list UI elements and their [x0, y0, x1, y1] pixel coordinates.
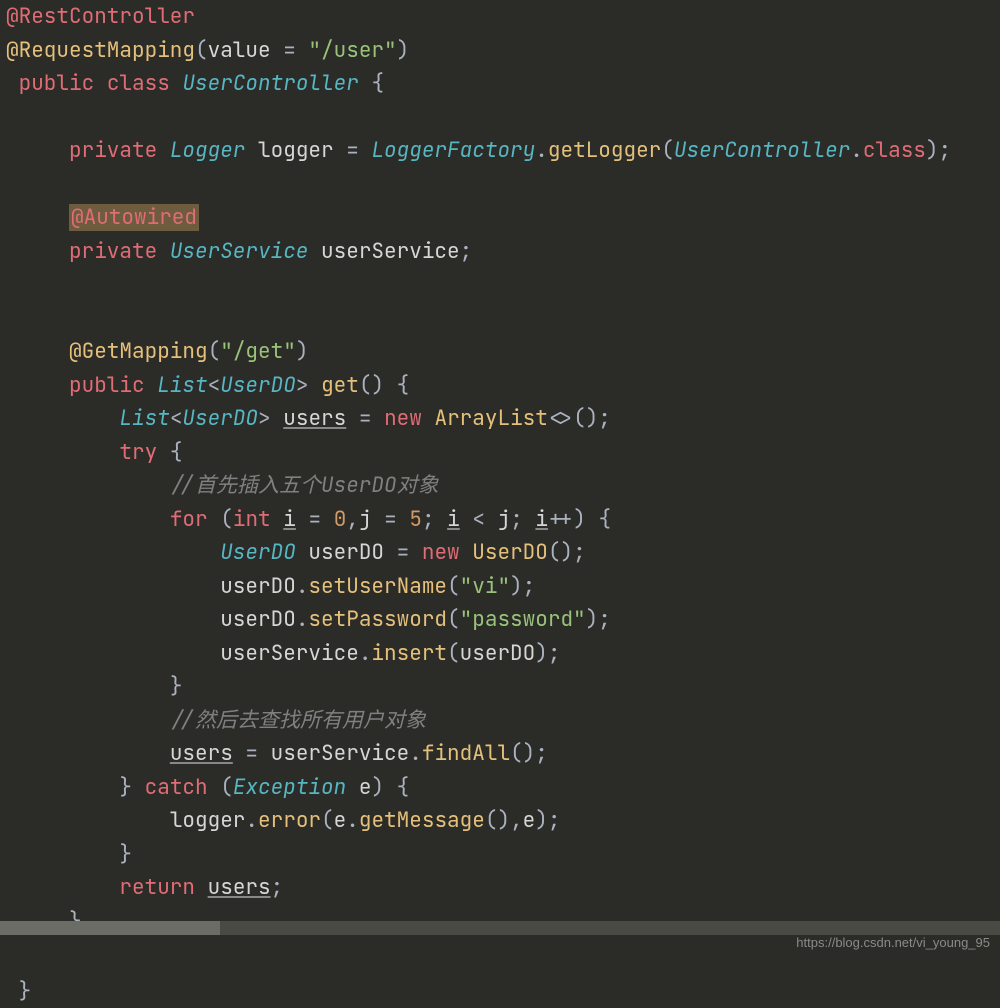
annotation-getmapping: @GetMapping — [69, 338, 208, 365]
watermark-text: https://blog.csdn.net/vi_young_95 — [796, 926, 990, 960]
comment-line: //然后去查找所有用户对象 — [170, 707, 426, 734]
class-name: UserController — [182, 70, 358, 97]
method-get: get — [321, 372, 359, 399]
annotation-restcontroller: @RestController — [6, 3, 195, 30]
code-editor[interactable]: @RestController @RequestMapping(value = … — [0, 0, 1000, 938]
scrollbar-thumb[interactable] — [0, 921, 220, 935]
annotation-requestmapping: @RequestMapping — [6, 37, 195, 64]
annotation-autowired: @Autowired — [69, 204, 199, 231]
comment-line: //首先插入五个UserDO对象 — [170, 472, 439, 499]
